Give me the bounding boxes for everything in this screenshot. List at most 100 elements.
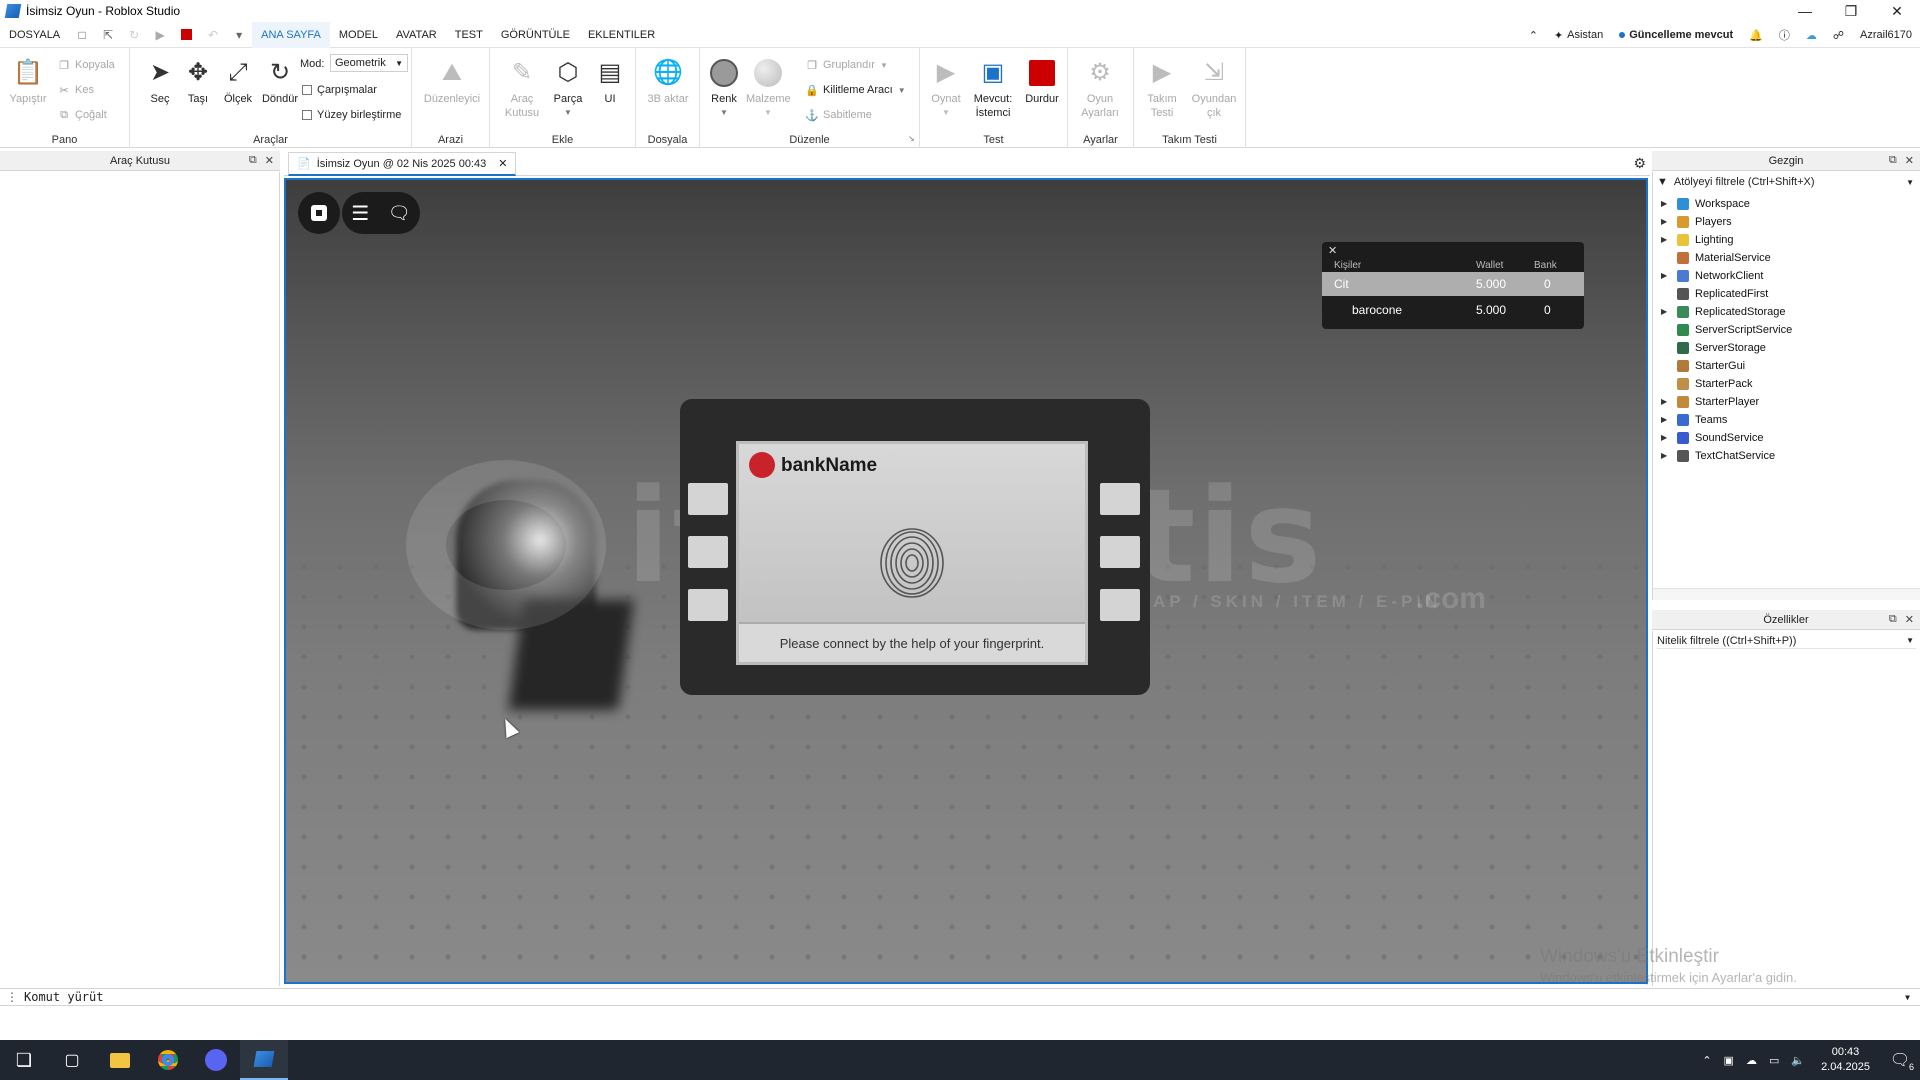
expand-arrow-icon[interactable]: ▶ [1661,307,1671,316]
team-test-button[interactable]: ▶ Takım Testi [1140,58,1184,120]
duplicate-button[interactable]: ⧉ Çoğalt [58,106,107,124]
tray-overflow-icon[interactable]: ⌃ [1702,1054,1711,1067]
game-viewport[interactable]: itemsatis HESAP / SKIN / ITEM / E-PIN .c… [284,178,1648,984]
toolbox-button[interactable]: ✎ Araç Kutusu [500,58,544,120]
user-name[interactable]: Azrail6170 [1860,29,1912,41]
explorer-item[interactable]: ▶ NetworkClient [1653,268,1763,283]
start-button[interactable]: ❏ [0,1040,48,1080]
copy-button[interactable]: ❐ Kopyala [58,56,115,74]
close-window-button[interactable]: ✕ [1874,0,1920,22]
menu-model[interactable]: MODEL [330,22,387,48]
menu-file[interactable]: DOSYALA [0,22,69,48]
collapse-ribbon-icon[interactable]: ⌃ [1529,29,1538,42]
undock-icon[interactable]: ⧉ [249,154,257,167]
explorer-item[interactable]: ▶ SoundService [1653,430,1764,445]
surface-join-checkbox[interactable]: Yüzey birleştirme [302,106,401,124]
volume-icon[interactable]: 🔈 [1791,1054,1805,1067]
explorer-item[interactable]: StarterPack [1653,376,1752,391]
expand-arrow-icon[interactable]: ▶ [1661,451,1671,460]
color-button[interactable]: Renk ▼ [702,58,746,120]
menu-home[interactable]: ANA SAYFA [252,21,330,48]
play-quick-icon[interactable]: ▶ [153,28,167,42]
leaderboard-team-row[interactable]: Cit 5.000 0 [1322,272,1584,296]
properties-filter[interactable]: Nitelik filtrele ((Ctrl+Shift+P)) ▼ [1657,633,1916,649]
new-file-icon[interactable]: □ [75,28,89,42]
viewport-settings-icon[interactable]: ⚙ [1633,155,1646,172]
lock-tool-button[interactable]: 🔒 Kilitleme Aracı ▼ [805,81,905,99]
expand-arrow-icon[interactable]: ▶ [1661,397,1671,406]
atm-right-button-1[interactable] [1100,483,1140,515]
chrome-icon[interactable] [144,1040,192,1080]
expand-arrow-icon[interactable]: ▶ [1661,415,1671,424]
exit-game-button[interactable]: ⇲ Oyundan çık [1188,58,1240,120]
open-file-icon[interactable]: ⇱ [101,28,115,42]
tab-untitled-game[interactable]: 📄 İsimsiz Oyun @ 02 Nis 2025 00:43 ✕ [288,152,517,176]
material-dropdown-icon[interactable]: ▼ [746,106,790,120]
close-leaderboard-icon[interactable]: ✕ [1328,244,1337,257]
properties-dropdown-icon[interactable]: ▼ [1906,636,1914,645]
roblox-menu-button[interactable] [298,192,340,234]
ribbon-expand-icon[interactable]: ↘ [908,134,915,143]
explorer-item[interactable]: ServerScriptService [1653,322,1792,337]
part-dropdown-icon[interactable]: ▼ [546,106,590,120]
import-3d-button[interactable]: 🌐 3B aktar [646,58,690,106]
menu-view[interactable]: GÖRÜNTÜLE [492,22,579,48]
taskbar-clock[interactable]: 00:43 2.04.2025 [1821,1045,1870,1075]
explorer-item[interactable]: StarterGui [1653,358,1745,373]
explorer-item[interactable]: ▶ Workspace [1653,196,1750,211]
close-panel-icon[interactable]: ✕ [265,154,274,167]
undock-icon[interactable]: ⧉ [1889,154,1897,167]
color-dropdown-icon[interactable]: ▼ [702,106,746,120]
current-client-button[interactable]: ▣ Mevcut: İstemci [968,58,1018,120]
undock-icon[interactable]: ⧉ [1889,613,1897,626]
menu-avatar[interactable]: AVATAR [387,22,446,48]
fingerprint-icon[interactable] [879,528,945,598]
stop-quick-icon[interactable] [181,29,193,40]
update-available-button[interactable]: Güncelleme mevcut [1619,29,1733,41]
onedrive-icon[interactable]: ☁ [1746,1054,1757,1067]
quick-access-dropdown-icon[interactable]: ▾ [232,28,246,42]
command-bar[interactable]: ⋮ Komut yürüt ▼ [0,988,1920,1006]
explorer-item[interactable]: ▶ Teams [1653,412,1727,427]
scale-tool-button[interactable]: ⤢ Ölçek [216,58,260,106]
explorer-horizontal-scrollbar[interactable] [1653,588,1920,600]
ui-button[interactable]: ▤ UI [588,58,632,106]
menu-plugins[interactable]: EKLENTILER [579,22,664,48]
anchor-button[interactable]: ⚓ Sabitleme [805,106,872,124]
tray-app-icon[interactable]: ▣ [1724,1054,1734,1067]
minimize-button[interactable]: — [1782,0,1828,22]
command-input[interactable]: Komut yürüt [24,990,103,1004]
play-dropdown-icon[interactable]: ▼ [924,106,968,120]
collisions-checkbox[interactable]: Çarpışmalar [302,81,377,99]
notification-bell-icon[interactable]: 🔔 [1749,29,1763,42]
atm-left-button-1[interactable] [688,483,728,515]
atm-right-button-2[interactable] [1100,536,1140,568]
paste-button[interactable]: 📋 Yapıştır [6,58,50,106]
rotate-tool-button[interactable]: ↻ Döndür [258,58,302,106]
terrain-editor-button[interactable]: ⛰ Düzenleyici [422,58,482,106]
share-icon[interactable]: ☍ [1833,29,1844,42]
mode-select[interactable]: Geometrik ▼ [330,54,408,72]
close-panel-icon[interactable]: ✕ [1905,613,1914,626]
stop-button[interactable]: Durdur [1020,58,1064,106]
leaderboard-player-row[interactable]: barocone 5.000 0 [1322,298,1584,322]
expand-arrow-icon[interactable]: ▶ [1661,271,1671,280]
material-button[interactable]: Malzeme ▼ [746,58,791,120]
hamburger-menu-icon[interactable]: ☰ [351,201,369,226]
group-button[interactable]: ❐ Gruplandır ▼ [806,56,888,74]
move-tool-button[interactable]: ✥ Taşı [176,58,220,106]
file-explorer-icon[interactable] [96,1040,144,1080]
atm-right-button-3[interactable] [1100,589,1140,621]
explorer-item[interactable]: MaterialService [1653,250,1771,265]
explorer-item[interactable]: ▶ TextChatService [1653,448,1775,463]
atm-left-button-2[interactable] [688,536,728,568]
assistant-button[interactable]: ✦ Asistan [1554,29,1603,42]
network-icon[interactable]: ▭ [1769,1054,1779,1067]
command-dropdown-icon[interactable]: ▼ [1905,993,1910,1002]
explorer-item[interactable]: ServerStorage [1653,340,1766,355]
action-center-button[interactable]: 🗨 6 [1880,1040,1920,1080]
cut-button[interactable]: ✂ Kes [58,81,94,99]
play-button[interactable]: ▶ Oynat ▼ [924,58,968,120]
expand-arrow-icon[interactable]: ▶ [1661,235,1671,244]
expand-arrow-icon[interactable]: ▶ [1661,217,1671,226]
